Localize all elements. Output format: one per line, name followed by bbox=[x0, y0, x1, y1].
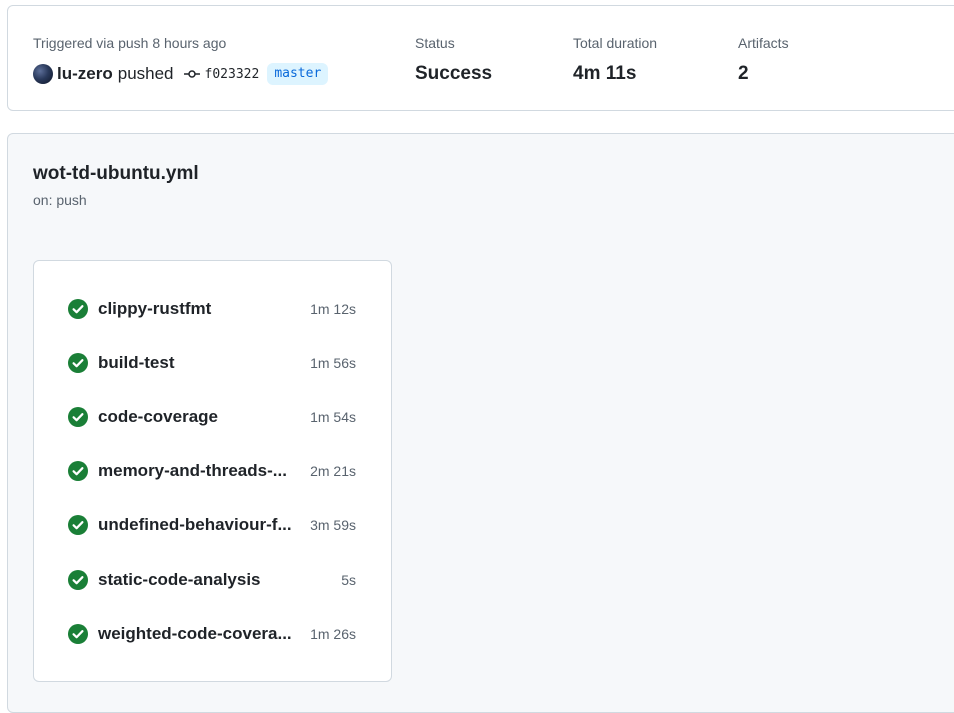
job-name[interactable]: clippy-rustfmt bbox=[98, 299, 296, 319]
job-row[interactable]: clippy-rustfmt 1m 12s bbox=[34, 295, 391, 323]
trigger-row: lu-zero pushed f023322 master bbox=[33, 63, 329, 85]
check-circle-fill-icon bbox=[68, 570, 88, 590]
job-name[interactable]: static-code-analysis bbox=[98, 570, 296, 590]
artifacts-count[interactable]: 2 bbox=[738, 63, 789, 85]
job-name[interactable]: weighted-code-covera... bbox=[98, 624, 296, 644]
job-row[interactable]: static-code-analysis 5s bbox=[34, 566, 391, 594]
job-duration: 5s bbox=[341, 572, 356, 588]
workflow-trigger-event: on: push bbox=[33, 192, 87, 208]
check-circle-fill-icon bbox=[68, 515, 88, 535]
check-circle-fill-icon bbox=[68, 461, 88, 481]
status-value: Success bbox=[415, 63, 493, 84]
status-column: Status Success bbox=[415, 34, 492, 85]
trigger-column: Triggered via push 8 hours ago lu-zero p… bbox=[33, 34, 329, 85]
job-duration: 1m 54s bbox=[310, 409, 356, 425]
actor-link[interactable]: lu-zero bbox=[57, 64, 113, 84]
check-circle-fill-icon bbox=[68, 353, 88, 373]
job-name[interactable]: undefined-behaviour-f... bbox=[98, 515, 296, 535]
branch-badge[interactable]: master bbox=[267, 63, 329, 85]
check-circle-fill-icon bbox=[68, 299, 88, 319]
status-label: Status bbox=[415, 35, 455, 51]
job-name[interactable]: code-coverage bbox=[98, 407, 296, 427]
job-row[interactable]: code-coverage 1m 54s bbox=[34, 403, 391, 431]
duration-value: 4m 11s bbox=[573, 63, 637, 84]
job-duration: 1m 26s bbox=[310, 626, 356, 642]
job-duration: 1m 12s bbox=[310, 301, 356, 317]
artifacts-column: Artifacts 2 bbox=[738, 34, 789, 85]
check-circle-fill-icon bbox=[68, 407, 88, 427]
workflow-file-name: wot-td-ubuntu.yml bbox=[33, 163, 199, 184]
job-duration: 2m 21s bbox=[310, 463, 356, 479]
job-row[interactable]: build-test 1m 56s bbox=[34, 349, 391, 377]
workflow-graph-panel: wot-td-ubuntu.yml on: push clippy-rustfm… bbox=[7, 133, 954, 713]
check-circle-fill-icon bbox=[68, 624, 88, 644]
job-row[interactable]: undefined-behaviour-f... 3m 59s bbox=[34, 511, 391, 539]
job-duration: 1m 56s bbox=[310, 355, 356, 371]
avatar[interactable] bbox=[33, 64, 53, 84]
jobs-list-card: clippy-rustfmt 1m 12s build-test 1m 56s … bbox=[33, 260, 392, 682]
job-name[interactable]: build-test bbox=[98, 353, 296, 373]
job-row[interactable]: weighted-code-covera... 1m 26s bbox=[34, 620, 391, 648]
git-commit-icon bbox=[183, 70, 200, 78]
job-name[interactable]: memory-and-threads-... bbox=[98, 461, 296, 481]
action-text: pushed bbox=[117, 64, 174, 83]
trigger-label: Triggered via push 8 hours ago bbox=[33, 35, 227, 51]
artifacts-label: Artifacts bbox=[738, 35, 789, 51]
commit-sha-link[interactable]: f023322 bbox=[205, 67, 260, 82]
duration-column: Total duration 4m 11s bbox=[573, 34, 657, 85]
run-summary-card: Triggered via push 8 hours ago lu-zero p… bbox=[7, 5, 954, 111]
job-row[interactable]: memory-and-threads-... 2m 21s bbox=[34, 457, 391, 485]
job-duration: 3m 59s bbox=[310, 517, 356, 533]
duration-label: Total duration bbox=[573, 35, 658, 51]
